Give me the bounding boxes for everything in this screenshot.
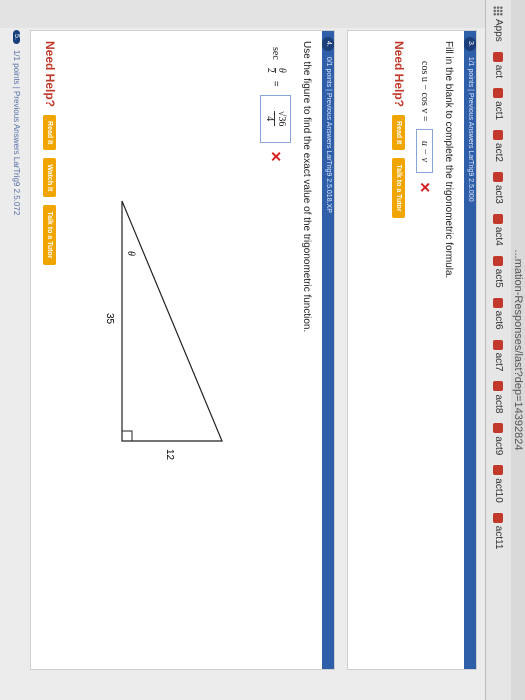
question-meta: 1/1 points | Previous Answers LarTrig9 2… [12, 49, 22, 216]
bookmark-act1[interactable]: act1 [493, 88, 504, 120]
equals-sign: = [270, 80, 281, 87]
bookmark-label: act6 [493, 310, 504, 330]
question-header: 3. 1/1 points | Previous Answers LarTrig… [464, 31, 476, 669]
arg-denominator: 2 [265, 67, 276, 73]
right-angle-marker [122, 430, 133, 441]
apps-grid-icon [493, 6, 504, 16]
bookmark-act3[interactable]: act3 [493, 171, 504, 204]
function-argument: θ 2 [265, 67, 288, 73]
read-it-button[interactable]: Read It [43, 115, 57, 151]
answer-field[interactable]: √36 4 [260, 94, 291, 143]
answer-field[interactable]: u − v [416, 129, 433, 174]
bookmark-act5[interactable]: act5 [493, 255, 504, 288]
bookmark-act4[interactable]: act4 [493, 213, 504, 246]
bookmark-icon [493, 339, 504, 350]
function-prefix: sec [270, 47, 281, 60]
bookmark-icon [493, 171, 504, 182]
need-help-label: Need Help? [43, 41, 57, 108]
question-3: 3. 1/1 points | Previous Answers LarTrig… [347, 30, 477, 670]
bookmark-act[interactable]: act [493, 51, 504, 79]
bookmark-icon [493, 255, 504, 266]
arg-numerator: θ [276, 67, 288, 73]
bookmark-act7[interactable]: act7 [493, 339, 504, 372]
bookmark-icon [493, 381, 504, 392]
horizontal-side-label: 35 [104, 313, 115, 325]
bookmark-icon [493, 297, 504, 308]
bookmark-label: act3 [493, 184, 504, 204]
bookmark-label: act8 [493, 394, 504, 414]
triangle-shape [121, 200, 223, 442]
answer-denominator: 4 [264, 116, 276, 122]
bookmark-act2[interactable]: act2 [493, 130, 504, 162]
question-header: 4. 0/1 points | Previous Answers LarTrig… [322, 31, 334, 669]
bookmark-label: act2 [493, 143, 504, 162]
bookmark-icon [493, 512, 504, 523]
read-it-button[interactable]: Read It [392, 115, 406, 151]
formula-left: cos u − cos v = [419, 61, 430, 122]
bookmark-label: act9 [493, 436, 504, 456]
bookmark-icon [493, 130, 504, 141]
bookmark-act10[interactable]: act10 [493, 465, 504, 503]
talk-to-tutor-button[interactable]: Talk to a Tutor [392, 158, 406, 218]
question-prompt: Use the figure to find the exact value o… [301, 41, 312, 333]
question-prompt: Fill in the blank to complete the trigon… [443, 41, 454, 279]
bookmark-icon [493, 423, 504, 434]
question-meta: 1/1 points | Previous Answers LarTrig9 2… [467, 56, 474, 202]
bookmark-icon [493, 213, 504, 224]
bookmarks-bar: Apps act act1 act2 act3 act4 act5 act6 a… [485, 0, 511, 700]
vertical-side-label: 12 [164, 449, 175, 461]
bookmark-icon [493, 88, 504, 99]
bookmark-label: act7 [493, 352, 504, 372]
bookmark-label: act10 [493, 478, 504, 503]
question-5-header: 5. 1/1 points | Previous Answers LarTrig… [11, 30, 23, 670]
bookmark-label: act5 [493, 268, 504, 288]
bookmark-act9[interactable]: act9 [493, 423, 504, 455]
incorrect-x-icon: ✕ [417, 181, 433, 194]
question-number: 3. [464, 37, 476, 51]
incorrect-x-icon: ✕ [268, 150, 284, 163]
bookmark-icon [493, 51, 504, 62]
left-gutter [0, 0, 485, 28]
question-number: 5. [13, 30, 21, 44]
question-meta: 0/1 points | Previous Answers LarTrig9 2… [325, 56, 332, 213]
right-triangle-figure: θ 12 35 [104, 200, 223, 461]
bookmark-act8[interactable]: act8 [493, 381, 504, 413]
talk-to-tutor-button[interactable]: Talk to a Tutor [43, 205, 57, 265]
angle-label: θ [125, 251, 136, 256]
question-4: 4. 0/1 points | Previous Answers LarTrig… [30, 30, 335, 670]
bookmark-icon [493, 465, 504, 476]
bookmark-act6[interactable]: act6 [493, 297, 504, 330]
bookmark-act11[interactable]: act11 [493, 512, 504, 550]
answer-numerator: √36 [276, 110, 287, 127]
page-content: 3. 1/1 points | Previous Answers LarTrig… [0, 0, 485, 700]
apps-label: Apps [493, 19, 504, 42]
watch-it-button[interactable]: Watch It [43, 158, 57, 198]
address-bar[interactable]: ...mation-Responses/last?dep=14392824 [511, 0, 525, 700]
bookmark-label: act4 [493, 226, 504, 246]
screen: ...mation-Responses/last?dep=14392824 Ap… [0, 0, 525, 700]
need-help-label: Need Help? [392, 41, 406, 108]
apps-shortcut[interactable]: Apps [493, 6, 504, 42]
bookmark-label: act1 [493, 101, 504, 121]
question-number: 4. [322, 37, 334, 51]
bookmark-label: act [493, 64, 504, 79]
bookmark-label: act11 [493, 525, 504, 550]
